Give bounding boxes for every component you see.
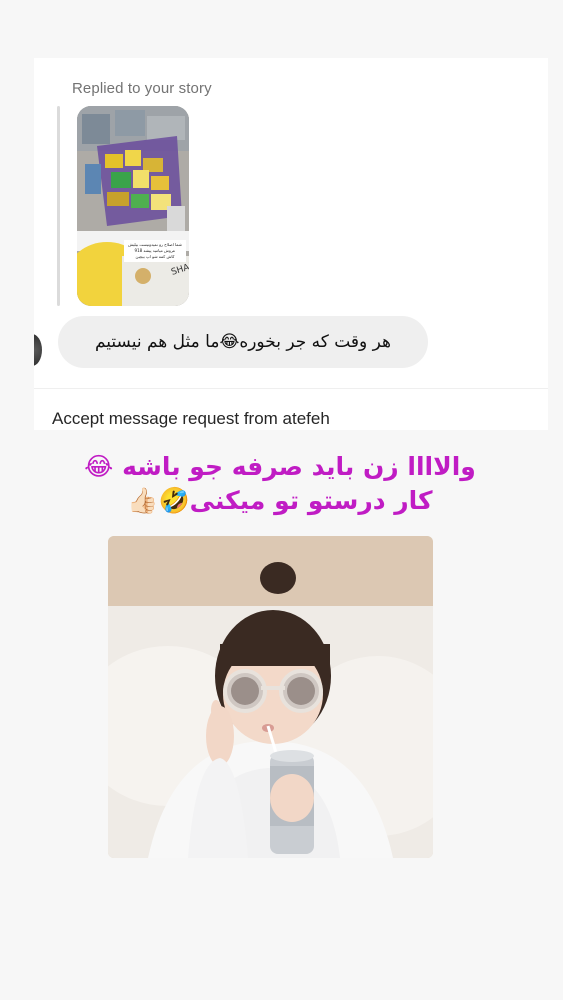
divider <box>34 388 548 389</box>
dm-message-card: Replied to your story SHAPOCU شما اصلاح … <box>34 58 548 430</box>
accept-request-text[interactable]: Accept message request from atefeh <box>52 409 330 429</box>
overlay-caption-line2: کار درستو تو میکنی🤣👍🏻 <box>127 486 433 515</box>
message-text: هر وقت که جر بخوره😂ما مثل هم نیستیم <box>94 332 392 352</box>
reply-quote-bar <box>57 106 60 306</box>
story-thumbnail-image: SHAPOCU <box>77 106 189 306</box>
message-bubble[interactable]: هر وقت که جر بخوره😂ما مثل هم نیستیم <box>58 316 428 368</box>
meme-photo <box>108 536 433 858</box>
story-reply-label: Replied to your story <box>72 80 212 97</box>
story-caption: شما اصلاح رو نمیدونیست بیلیش عروش میامید… <box>124 240 186 262</box>
child-sunglasses-photo <box>108 536 433 858</box>
story-thumbnail[interactable]: SHAPOCU شما اصلاح رو نمیدونیست بیلیش عرو… <box>77 106 189 306</box>
overlay-caption-line1: والاااا زن باید صرفه جو باشه 😂 <box>84 452 476 481</box>
story-caption-line: کاش کمه شو اپ بیچین <box>135 254 175 259</box>
sender-avatar[interactable] <box>34 334 42 366</box>
